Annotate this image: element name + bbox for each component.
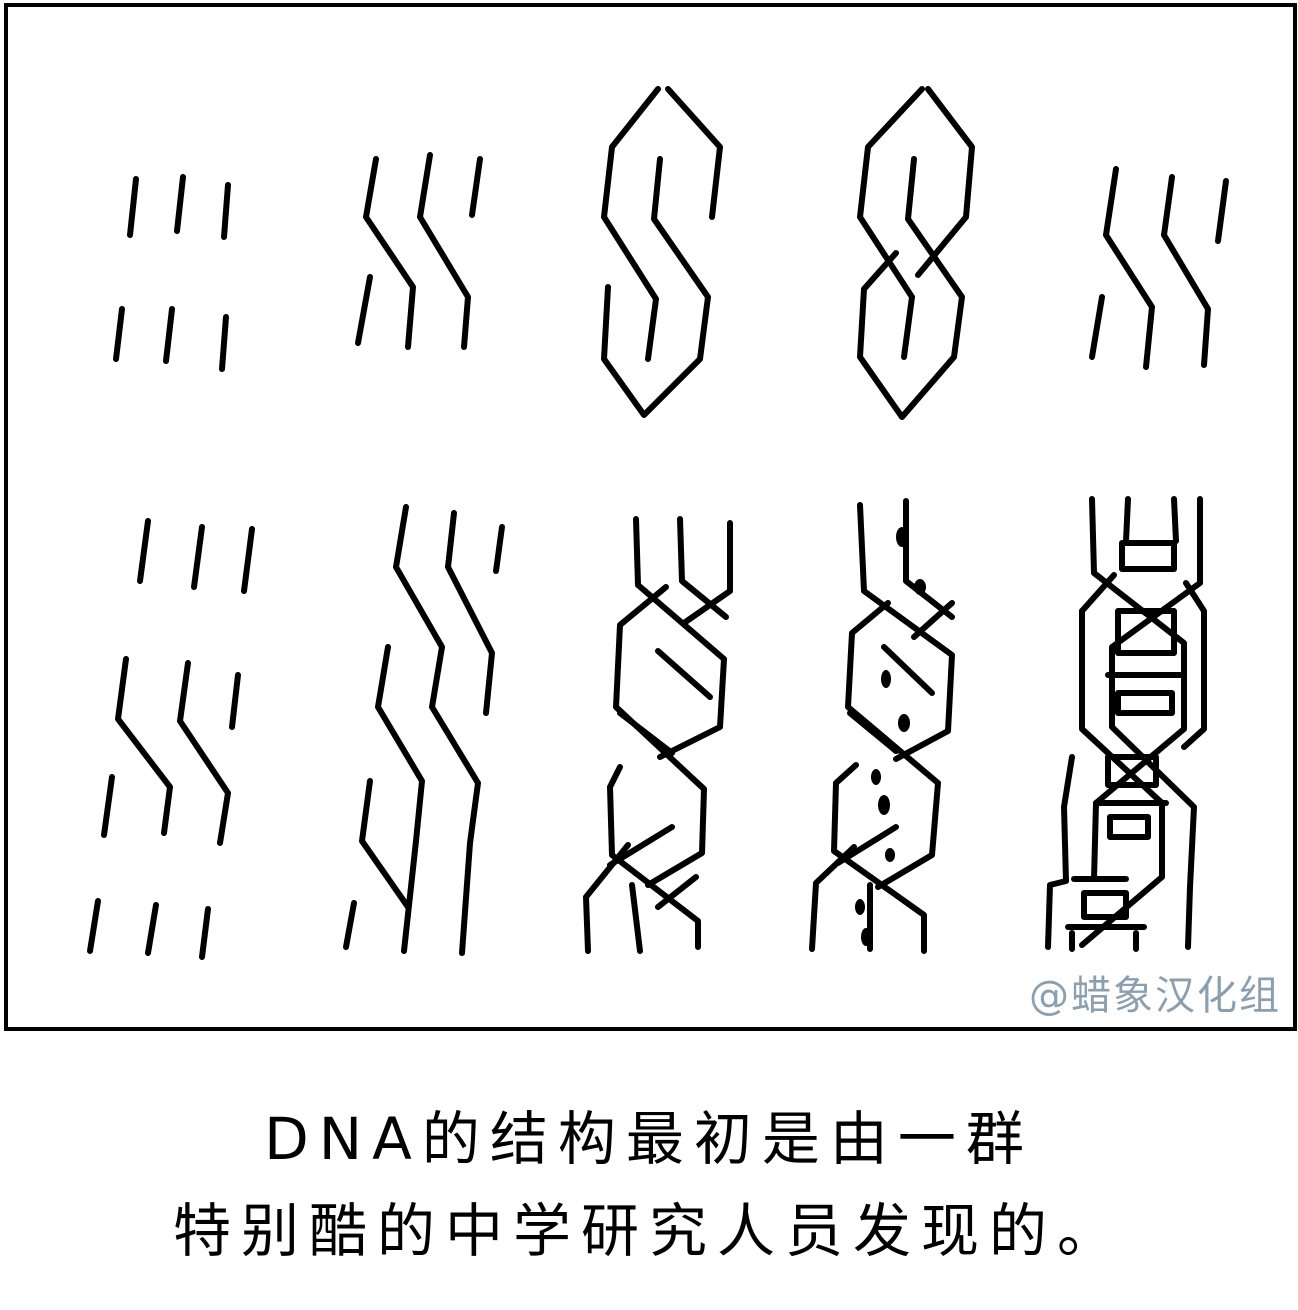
caption-line-1: DNA的结构最初是由一群 bbox=[264, 1105, 1034, 1173]
watermark-text: @蜡象汉化组 bbox=[1029, 973, 1281, 1019]
kinked-lines-stage-5 bbox=[1089, 166, 1229, 370]
long-kinked-strands-stage-7 bbox=[343, 504, 505, 956]
sticks-stage-6 bbox=[87, 518, 255, 960]
caption-line-2: 特别酷的中学研究人员发现的。 bbox=[172, 1197, 1125, 1265]
double-helix-stage-10 bbox=[1045, 496, 1207, 952]
s-ribbon-stage-3 bbox=[601, 86, 723, 418]
comic-panel: @蜡象汉化组 bbox=[4, 3, 1297, 1031]
bumpy-helix-stage-9 bbox=[809, 498, 955, 954]
figure-eight-ribbon-stage-4 bbox=[857, 86, 975, 420]
sticks-stage-1 bbox=[113, 174, 231, 372]
dna-drawings bbox=[87, 86, 1229, 960]
braided-helix-stage-8 bbox=[583, 516, 733, 954]
kinked-lines-stage-2 bbox=[355, 152, 483, 350]
